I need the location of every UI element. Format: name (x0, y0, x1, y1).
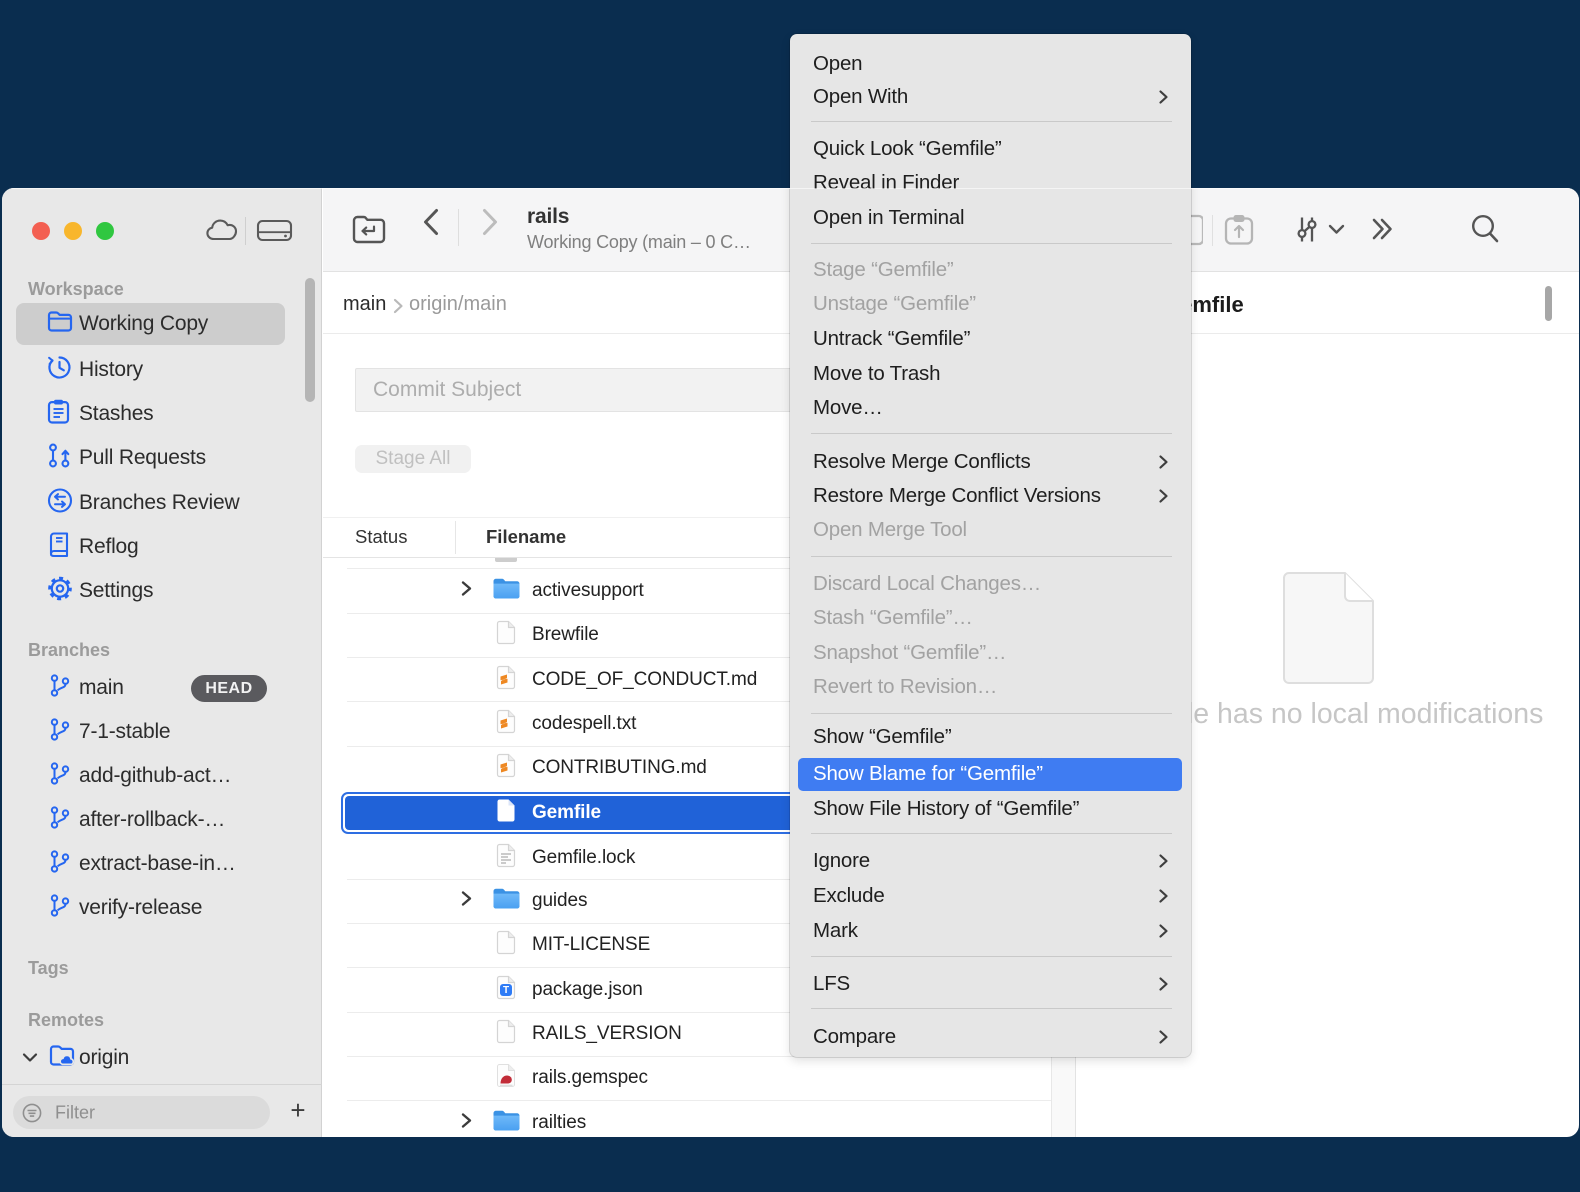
svg-text:T: T (503, 985, 509, 996)
